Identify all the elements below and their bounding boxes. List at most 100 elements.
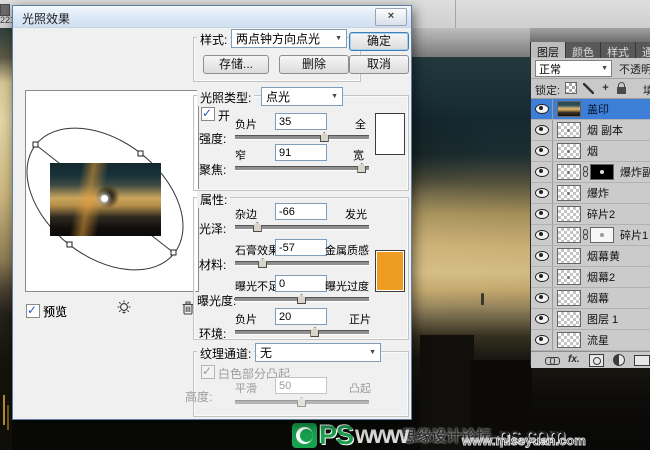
layer-thumb[interactable] [557, 164, 581, 180]
layer-row[interactable]: 流星 [531, 330, 650, 351]
layer-row[interactable]: 盖印 [531, 99, 650, 120]
light-handle[interactable] [171, 250, 176, 255]
preview-checkbox[interactable] [26, 304, 40, 318]
visibility-toggle[interactable] [531, 183, 553, 203]
gloss-slider[interactable] [235, 225, 369, 230]
ambience-min-label: 负片 [235, 311, 257, 327]
material-input[interactable] [275, 239, 327, 256]
layer-row[interactable]: 烟 [531, 141, 650, 162]
gloss-label: 光泽: [199, 220, 226, 237]
ok-button[interactable]: 确定 [349, 32, 409, 51]
visibility-toggle[interactable] [531, 204, 553, 224]
focus-slider[interactable] [235, 166, 369, 171]
light-handle[interactable] [33, 142, 38, 147]
exposure-input[interactable] [275, 275, 327, 292]
layer-thumb[interactable] [557, 143, 581, 159]
eye-icon [535, 125, 549, 135]
chevron-down-icon: ▼ [365, 349, 380, 356]
preview-label-text: 预览 [43, 303, 67, 320]
visibility-toggle[interactable] [531, 309, 553, 329]
gloss-input[interactable] [275, 203, 327, 220]
layer-row[interactable]: 烟 副本 [531, 120, 650, 141]
layer-row[interactable]: 烟幕 [531, 288, 650, 309]
blend-mode-select[interactable]: 正常 ▼ [535, 60, 612, 77]
tab-color[interactable]: 颜色 [566, 42, 601, 58]
light-bulb-icon[interactable] [115, 299, 133, 317]
link-layers-icon[interactable] [545, 357, 559, 364]
layer-row[interactable]: 烟幕黄 [531, 246, 650, 267]
layer-thumb[interactable] [557, 248, 581, 264]
visibility-toggle[interactable] [531, 141, 553, 161]
material-color-swatch[interactable] [375, 250, 405, 292]
exposure-min-label: 曝光不足 [235, 278, 279, 294]
layer-mask-thumb[interactable] [590, 164, 614, 180]
visibility-toggle[interactable] [531, 267, 553, 287]
layer-thumb[interactable] [557, 227, 581, 243]
add-mask-icon[interactable] [589, 354, 604, 367]
ambience-input[interactable] [275, 308, 327, 325]
layer-row[interactable]: 烟幕2 [531, 267, 650, 288]
layer-row[interactable]: 图层 1 [531, 309, 650, 330]
visibility-toggle[interactable] [531, 120, 553, 140]
visibility-toggle[interactable] [531, 162, 553, 182]
texture-channel-select[interactable]: 无 ▼ [255, 343, 381, 362]
light-on-label: 开 [218, 107, 230, 124]
layer-row[interactable]: 爆炸副本 [531, 162, 650, 183]
lock-transparency-icon[interactable] [565, 82, 577, 94]
visibility-toggle[interactable] [531, 99, 553, 119]
light-center-handle[interactable] [101, 195, 108, 202]
layer-thumb[interactable] [557, 185, 581, 201]
light-handle[interactable] [67, 242, 72, 247]
layer-name: 烟幕黄 [587, 248, 620, 264]
dialog-titlebar[interactable]: 光照效果 × [13, 6, 411, 28]
layer-thumb[interactable] [557, 206, 581, 222]
lock-move-icon[interactable]: + [600, 83, 611, 94]
visibility-toggle[interactable] [531, 288, 553, 308]
delete-style-button[interactable]: 删除 [279, 55, 349, 74]
layer-name: 烟幕2 [587, 269, 615, 285]
tab-styles[interactable]: 样式 [601, 42, 636, 58]
layer-thumb[interactable] [557, 311, 581, 327]
tab-channels[interactable]: 通道 [636, 42, 650, 58]
layer-thumb[interactable] [557, 122, 581, 138]
visibility-toggle[interactable] [531, 225, 553, 245]
intensity-color-swatch[interactable] [375, 113, 405, 155]
layer-row[interactable]: 爆炸 [531, 183, 650, 204]
lock-all-icon[interactable] [617, 87, 626, 94]
ambience-slider[interactable] [235, 330, 369, 335]
new-group-icon[interactable] [634, 355, 650, 366]
layer-thumb[interactable] [557, 290, 581, 306]
layer-thumb[interactable] [557, 101, 581, 117]
light-preview-box[interactable] [25, 90, 199, 292]
layer-row[interactable]: 碎片2 [531, 204, 650, 225]
statue-of-liberty-silhouette [481, 293, 484, 305]
light-handle[interactable] [138, 151, 143, 156]
layer-mask-thumb[interactable] [590, 227, 614, 243]
eye-icon [535, 272, 549, 282]
material-slider[interactable] [235, 261, 369, 266]
eye-icon [535, 314, 549, 324]
height-max-label: 凸起 [349, 380, 371, 396]
lock-paint-icon[interactable] [583, 83, 594, 94]
light-type-select[interactable]: 点光 ▼ [261, 87, 343, 106]
adjustment-layer-icon[interactable] [613, 354, 625, 366]
white-is-high-checkbox[interactable] [201, 365, 215, 379]
style-select[interactable]: 两点钟方向点光 ▼ [231, 29, 347, 48]
visibility-toggle[interactable] [531, 246, 553, 266]
layer-style-icon[interactable]: fx. [568, 355, 580, 365]
light-on-checkbox[interactable] [201, 107, 215, 121]
cancel-button[interactable]: 取消 [349, 55, 409, 74]
eye-icon [535, 293, 549, 303]
focus-input[interactable] [275, 144, 327, 161]
save-style-button[interactable]: 存储... [203, 55, 269, 74]
window-light [7, 405, 9, 430]
intensity-input[interactable] [275, 113, 327, 130]
layer-row[interactable]: 碎片1 [531, 225, 650, 246]
visibility-toggle[interactable] [531, 330, 553, 350]
layer-thumb[interactable] [557, 332, 581, 348]
intensity-slider[interactable] [235, 135, 369, 140]
close-button[interactable]: × [375, 8, 407, 26]
tab-layers[interactable]: 图层 [531, 42, 566, 58]
layer-thumb[interactable] [557, 269, 581, 285]
exposure-slider[interactable] [235, 297, 369, 302]
